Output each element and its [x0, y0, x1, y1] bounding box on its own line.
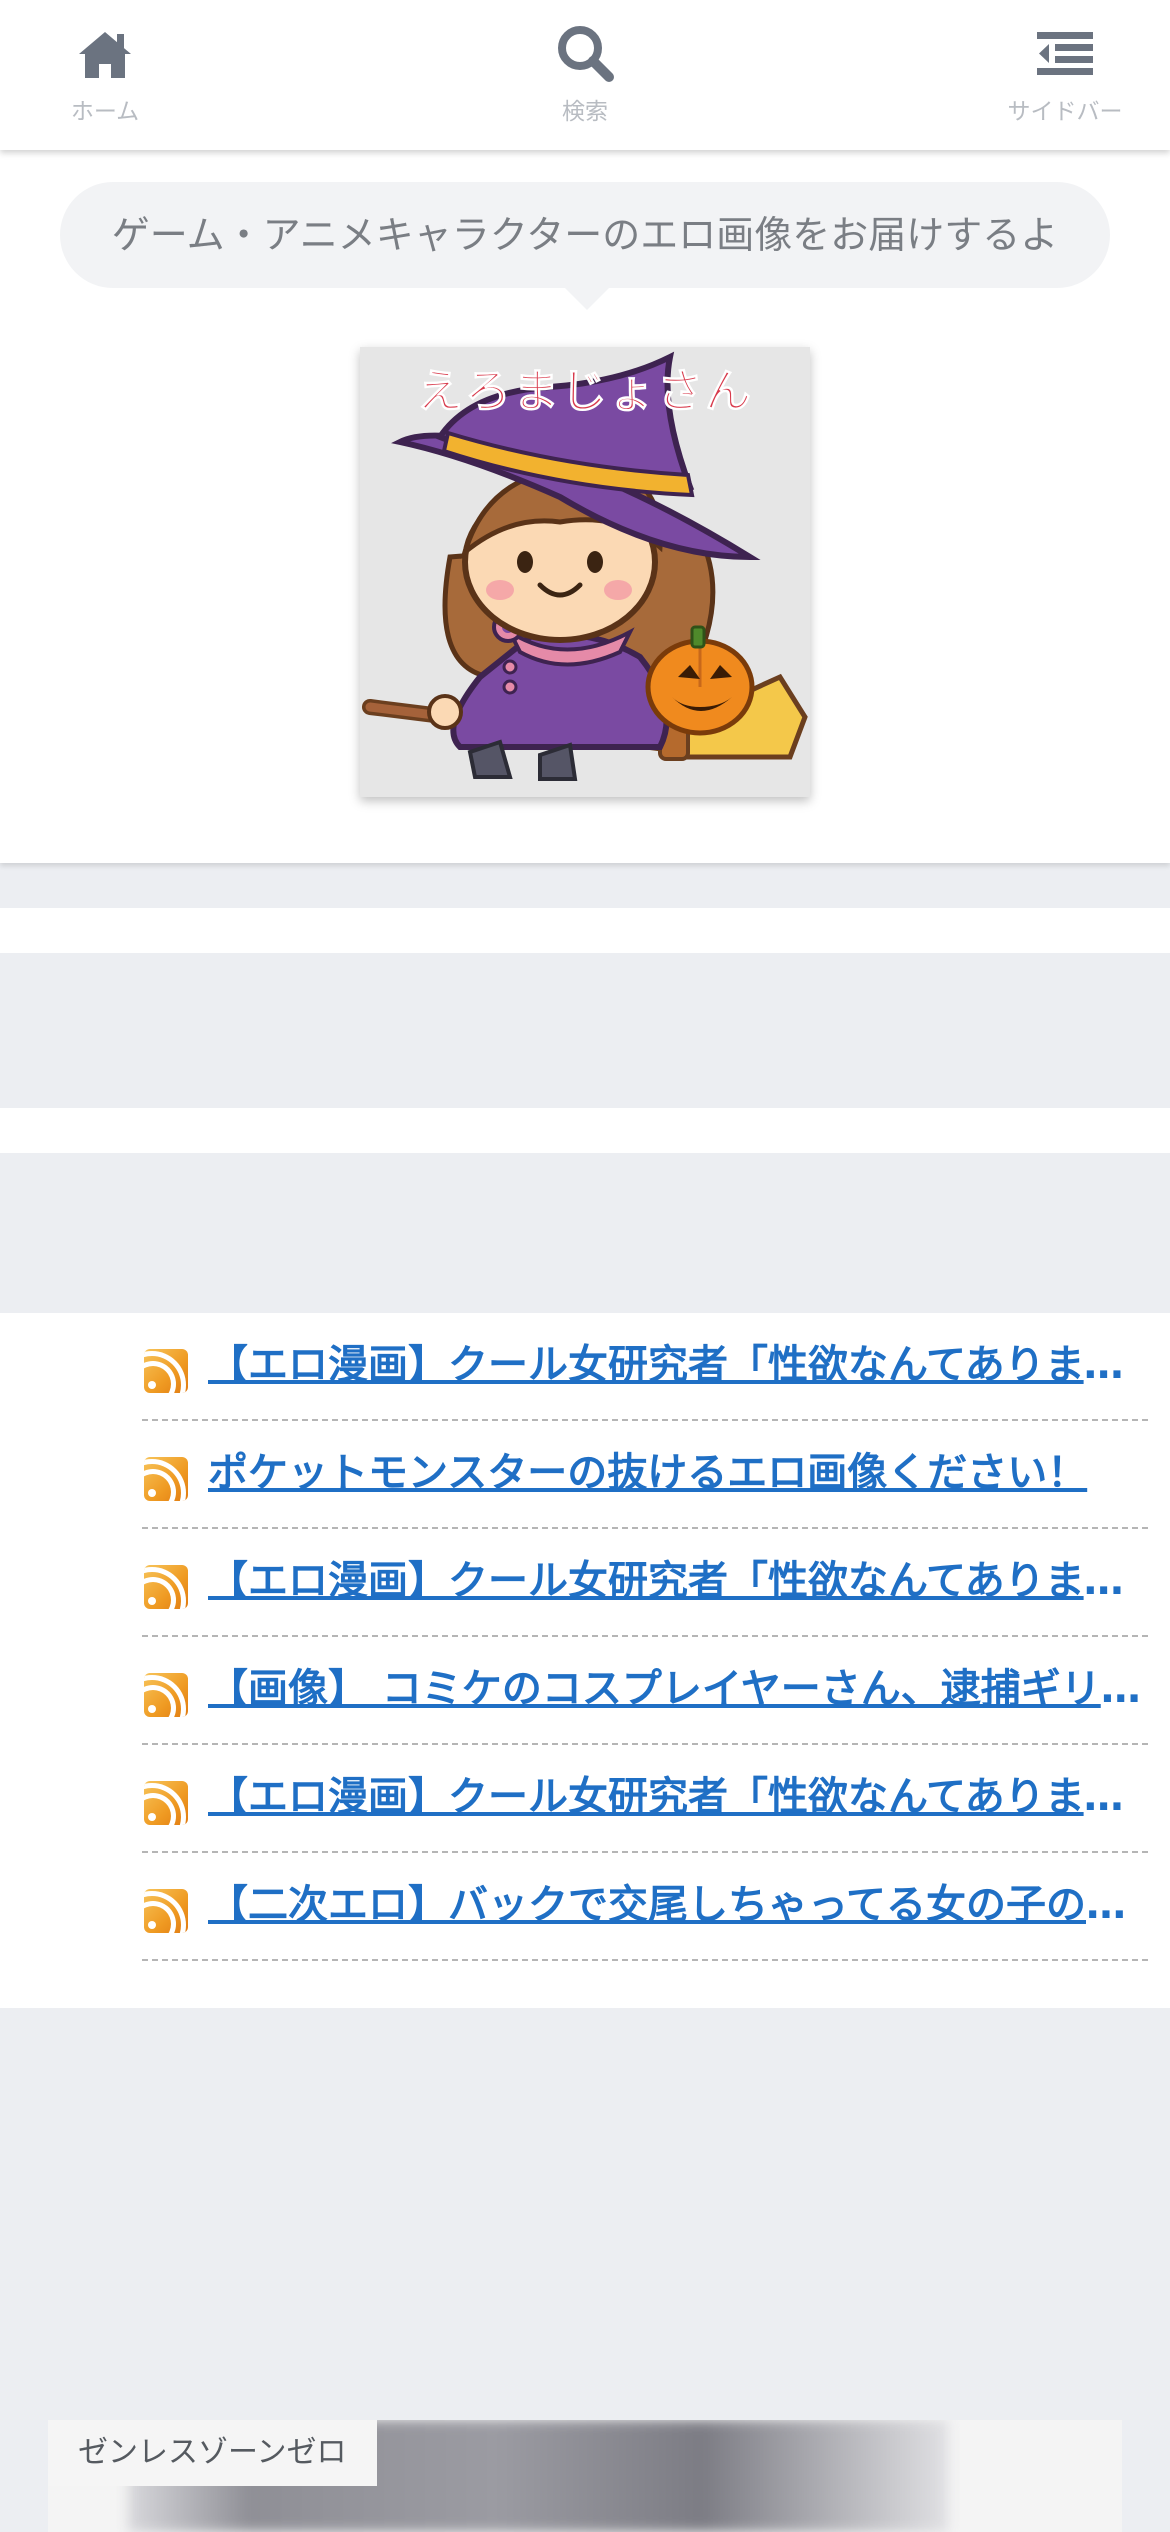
site-header: ゲーム・アニメキャラクターのエロ画像をお届けするよ えろまじょさん: [0, 150, 1170, 863]
rss-list-item: 【エロ漫画】クール女研究者「性欲なんてありません」: [142, 1745, 1148, 1853]
rss-article-link[interactable]: 【画像】 コミケのコスプレイヤーさん、逮捕ギリギリ: [208, 1661, 1148, 1717]
rss-article-link[interactable]: ポケットモンスターの抜けるエロ画像ください！: [208, 1445, 1148, 1501]
tagline-bubble-tail: [565, 288, 609, 310]
article-card[interactable]: ゼンレスゾーンゼロ: [48, 2420, 1122, 2532]
rss-article-link[interactable]: 【二次エロ】バックで交尾しちゃってる女の子のエロ画像: [208, 1877, 1148, 1933]
site-tagline: ゲーム・アニメキャラクターのエロ画像をお届けするよ: [60, 182, 1110, 288]
rss-list-item: 【画像】 コミケのコスプレイヤーさん、逮捕ギリギリ: [142, 1637, 1148, 1745]
nav-search-button[interactable]: 検索: [475, 22, 695, 126]
section-divider: [0, 908, 1170, 953]
nav-search-label: 検索: [562, 99, 608, 125]
section-divider: [0, 1108, 1170, 1153]
rss-article-link[interactable]: 【エロ漫画】クール女研究者「性欲なんてありません」: [208, 1553, 1148, 1609]
top-navigation-bar: ホーム 検索 サイドバー: [0, 0, 1170, 150]
search-icon: [558, 26, 614, 82]
rss-list-item: 【エロ漫画】クール女研究者「性欲なんてありません」: [142, 1529, 1148, 1637]
rss-feed-list: 【エロ漫画】クール女研究者「性欲なんてありません」 ポケットモンスターの抜けるエ…: [0, 1313, 1170, 2008]
rss-feed-icon: [144, 1889, 188, 1933]
sidebar-menu-icon: [1037, 32, 1093, 75]
rss-feed-icon: [144, 1781, 188, 1825]
rss-feed-icon: [144, 1457, 188, 1501]
nav-sidebar-label: サイドバー: [1007, 99, 1123, 125]
article-category-label: ゼンレスゾーンゼロ: [48, 2420, 377, 2486]
rss-feed-icon: [144, 1349, 188, 1393]
home-icon: [79, 32, 131, 78]
rss-list-item: ポケットモンスターの抜けるエロ画像ください！: [142, 1421, 1148, 1529]
logo-text: えろまじょさん: [417, 364, 753, 419]
nav-home-label: ホーム: [70, 99, 140, 125]
rss-list-item: 【二次エロ】バックで交尾しちゃってる女の子のエロ画像: [142, 1853, 1148, 1961]
rss-list-item: 【エロ漫画】クール女研究者「性欲なんてありません」: [142, 1313, 1148, 1421]
rss-feed-icon: [144, 1565, 188, 1609]
rss-article-link[interactable]: 【エロ漫画】クール女研究者「性欲なんてありません」: [208, 1769, 1148, 1825]
rss-article-link[interactable]: 【エロ漫画】クール女研究者「性欲なんてありません」: [208, 1337, 1148, 1393]
nav-home-button[interactable]: ホーム: [0, 22, 215, 126]
rss-feed-icon: [144, 1673, 188, 1717]
site-logo[interactable]: えろまじょさん: [360, 347, 810, 797]
nav-sidebar-button[interactable]: サイドバー: [955, 22, 1170, 126]
